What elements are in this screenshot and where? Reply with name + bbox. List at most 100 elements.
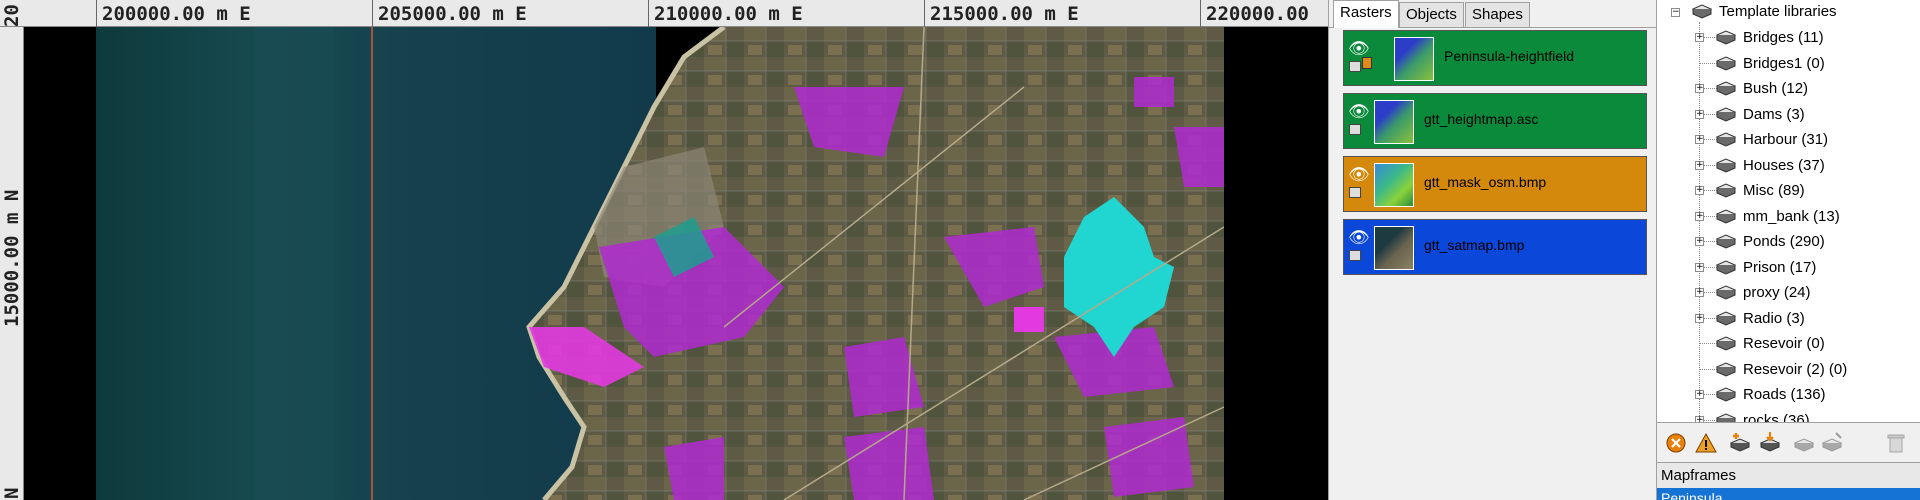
x-tick-mark xyxy=(372,0,373,27)
expand-icon[interactable]: + xyxy=(1695,390,1704,399)
visibility-eye-icon[interactable]: 👁 xyxy=(1348,165,1370,185)
trash-icon[interactable] xyxy=(1883,430,1909,456)
library-icon xyxy=(1715,362,1737,377)
raster-name: gtt_heightmap.asc xyxy=(1424,111,1539,127)
tree-item-label[interactable]: Prison (17) xyxy=(1743,259,1816,276)
tree-item-label[interactable]: proxy (24) xyxy=(1743,284,1811,301)
raster-row-gtt-heightmap[interactable]: 👁 gtt_heightmap.asc xyxy=(1343,93,1647,149)
raster-name: gtt_satmap.bmp xyxy=(1424,237,1525,253)
x-tick-label: 205000.00 m E xyxy=(378,3,527,25)
lock-icon[interactable] xyxy=(1349,250,1361,261)
library-icon xyxy=(1715,209,1737,224)
raster-row-peninsula-heightfield[interactable]: 👁 Peninsula-heightfield xyxy=(1343,30,1647,86)
tree-item-label[interactable]: Resevoir (2) (0) xyxy=(1743,361,1847,378)
raster-row-gtt-mask-osm[interactable]: 👁 gtt_mask_osm.bmp xyxy=(1343,156,1647,212)
lock-icon[interactable] xyxy=(1349,187,1361,198)
library-icon xyxy=(1715,56,1737,71)
library-icon xyxy=(1715,183,1737,198)
expand-icon[interactable]: + xyxy=(1695,33,1704,42)
import-icon[interactable] xyxy=(1757,430,1783,456)
vertical-ruler: 20 15000.00 m N N xyxy=(0,4,24,500)
raster-thumbnail xyxy=(1374,100,1414,144)
select-toggle-icon[interactable] xyxy=(1362,57,1372,69)
library-icon xyxy=(1715,132,1737,147)
add-library-icon[interactable] xyxy=(1727,430,1753,456)
library-icon xyxy=(1715,387,1737,402)
map-viewport[interactable]: 200000.00 m E 205000.00 m E 210000.00 m … xyxy=(0,0,1328,500)
expand-icon[interactable]: + xyxy=(1695,237,1704,246)
library-icon xyxy=(1715,285,1737,300)
tree-item-label[interactable]: mm_bank (13) xyxy=(1743,208,1840,225)
y-tick-label-partial: 20 xyxy=(1,4,23,27)
y-tick-label: 15000.00 m N xyxy=(1,189,23,327)
raster-thumbnail xyxy=(1374,226,1414,270)
tree-item-label[interactable]: Dams (3) xyxy=(1743,106,1805,123)
tab-rasters[interactable]: Rasters xyxy=(1333,0,1399,28)
tab-shapes[interactable]: Shapes xyxy=(1465,2,1530,27)
tree-item-label[interactable]: Bush (12) xyxy=(1743,80,1808,97)
layers-panel: Rasters Objects Shapes 👁 Peninsula-heigh… xyxy=(1328,0,1656,500)
x-tick-label: 210000.00 m E xyxy=(654,3,803,25)
x-tick-label: 215000.00 m E xyxy=(930,3,1079,25)
tree-item-label[interactable]: Resevoir (0) xyxy=(1743,335,1825,352)
tree-connector xyxy=(1699,22,1700,422)
satellite-imagery[interactable] xyxy=(24,27,1328,500)
mapframe-item-selected[interactable]: Peninsula xyxy=(1657,488,1920,500)
template-library-panel: − Template libraries + Bridges (11) Bridge… xyxy=(1656,0,1920,500)
library-icon xyxy=(1715,30,1737,45)
warning-icon[interactable] xyxy=(1693,430,1719,456)
visibility-eye-icon[interactable]: 👁 xyxy=(1348,228,1370,248)
library-icon xyxy=(1715,158,1737,173)
raster-thumbnail xyxy=(1394,37,1434,81)
library-icon xyxy=(1715,81,1737,96)
tree-item-label[interactable]: rocks (36) xyxy=(1743,412,1810,422)
library-root-icon xyxy=(1691,4,1713,19)
expand-icon[interactable]: + xyxy=(1695,161,1704,170)
expand-icon[interactable]: + xyxy=(1695,314,1704,323)
expand-icon[interactable]: + xyxy=(1695,263,1704,272)
raster-name: Peninsula-heightfield xyxy=(1444,48,1574,64)
tree-item-label[interactable]: Roads (136) xyxy=(1743,386,1826,403)
x-tick-label: 220000.00 xyxy=(1206,3,1309,25)
visibility-eye-icon[interactable]: 👁 xyxy=(1348,39,1370,59)
lock-icon[interactable] xyxy=(1349,61,1361,72)
expand-icon[interactable]: + xyxy=(1695,110,1704,119)
template-library-tree: − Template libraries + Bridges (11) Bridge… xyxy=(1657,0,1920,422)
library-toolbar xyxy=(1657,422,1920,462)
delete-icon[interactable] xyxy=(1663,430,1689,456)
raster-thumbnail xyxy=(1374,163,1414,207)
lock-icon[interactable] xyxy=(1349,124,1361,135)
tree-item-label[interactable]: Bridges (11) xyxy=(1743,29,1824,46)
collapse-icon[interactable]: − xyxy=(1671,8,1680,17)
horizontal-ruler: 200000.00 m E 205000.00 m E 210000.00 m … xyxy=(0,0,1328,27)
library-icon xyxy=(1715,336,1737,351)
tab-objects[interactable]: Objects xyxy=(1399,2,1464,27)
tree-item-label[interactable]: Radio (3) xyxy=(1743,310,1805,327)
export-icon[interactable] xyxy=(1791,430,1817,456)
mapframes-header: Mapframes xyxy=(1657,462,1920,488)
x-tick-mark xyxy=(924,0,925,27)
x-tick-label: 200000.00 m E xyxy=(102,3,251,25)
library-icon xyxy=(1715,234,1737,249)
tree-item-label[interactable]: Misc (89) xyxy=(1743,182,1805,199)
expand-icon[interactable]: + xyxy=(1695,135,1704,144)
library-icon xyxy=(1715,260,1737,275)
expand-icon[interactable]: + xyxy=(1695,288,1704,297)
layer-tabs: Rasters Objects Shapes xyxy=(1329,0,1656,28)
raster-name: gtt_mask_osm.bmp xyxy=(1424,174,1547,190)
library-icon xyxy=(1715,107,1737,122)
visibility-eye-icon[interactable]: 👁 xyxy=(1348,102,1370,122)
library-icon xyxy=(1715,413,1737,422)
expand-icon[interactable]: + xyxy=(1695,84,1704,93)
tree-item-label[interactable]: Harbour (31) xyxy=(1743,131,1828,148)
edit-icon[interactable] xyxy=(1819,430,1845,456)
x-tick-mark xyxy=(648,0,649,27)
x-tick-mark xyxy=(1200,0,1201,27)
tree-root-label[interactable]: Template libraries xyxy=(1719,3,1837,20)
tree-item-label[interactable]: Ponds (290) xyxy=(1743,233,1825,250)
raster-row-gtt-satmap[interactable]: 👁 gtt_satmap.bmp xyxy=(1343,219,1647,275)
expand-icon[interactable]: + xyxy=(1695,212,1704,221)
tree-item-label[interactable]: Bridges1 (0) xyxy=(1743,55,1825,72)
tree-item-label[interactable]: Houses (37) xyxy=(1743,157,1825,174)
expand-icon[interactable]: + xyxy=(1695,186,1704,195)
